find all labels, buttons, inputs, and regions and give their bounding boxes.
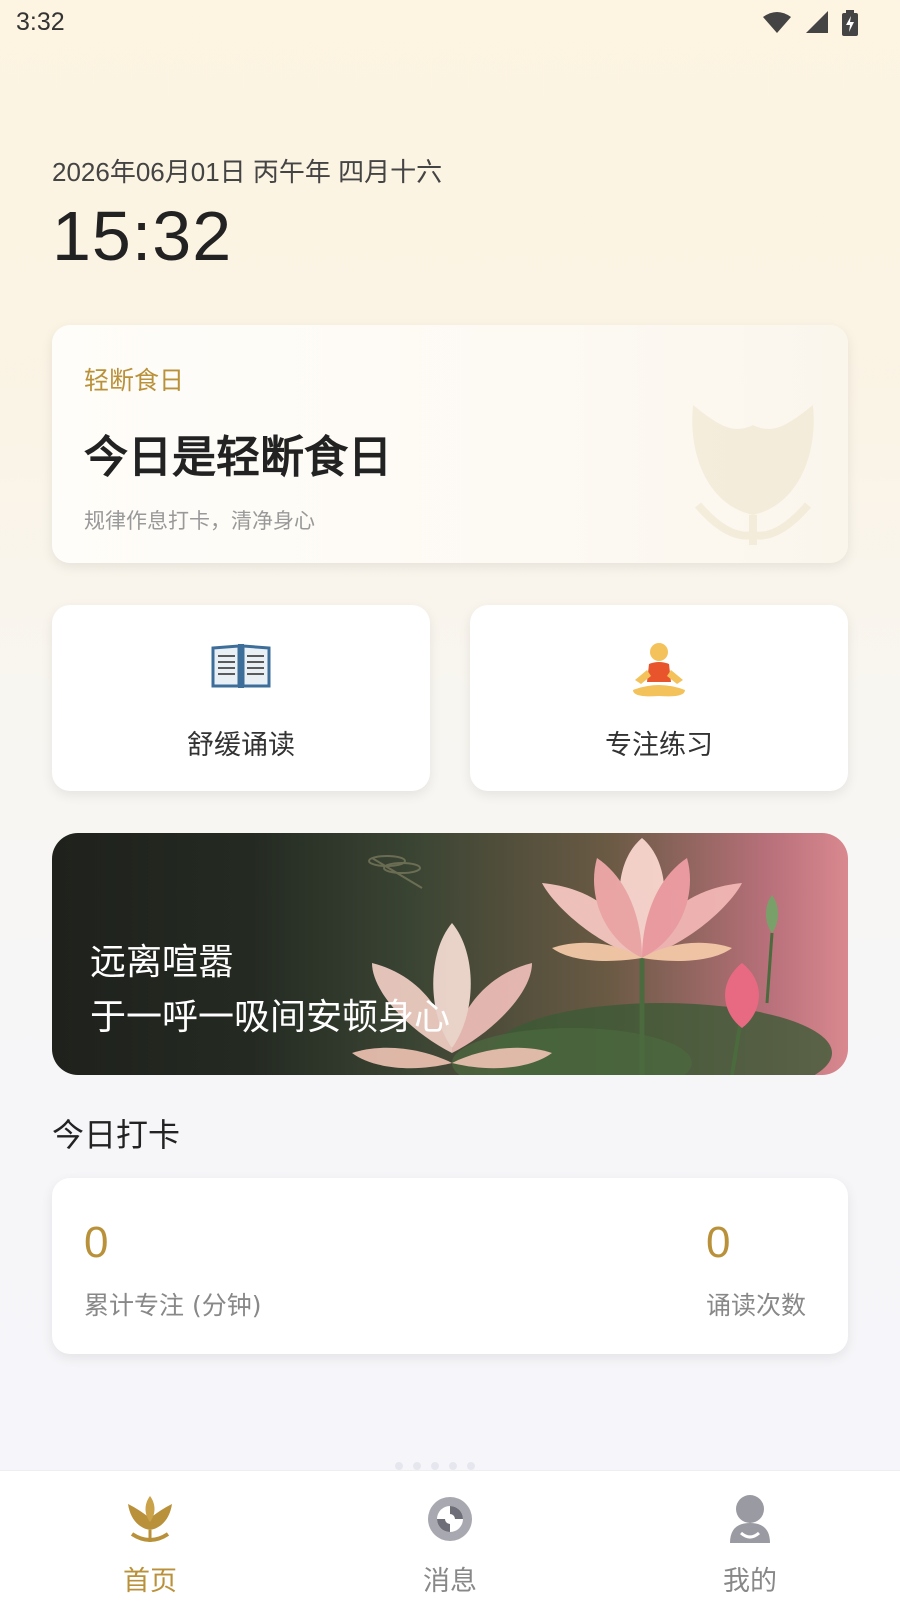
page-dot	[467, 1462, 475, 1470]
nav-messages[interactable]: 消息	[350, 1489, 550, 1598]
fasting-subtitle: 规律作息打卡，清净身心	[84, 509, 315, 533]
reading-count-value: 0	[706, 1218, 731, 1267]
status-bar: 3:32	[0, 0, 900, 50]
focus-practice-label: 专注练习	[605, 730, 713, 761]
fasting-title: 今日是轻断食日	[84, 432, 392, 483]
lotus-icon	[50, 1489, 250, 1549]
focus-practice-button[interactable]: 专注练习	[470, 605, 848, 791]
banner-line-2: 于一呼一吸间安顿身心	[90, 997, 451, 1038]
wifi-icon	[763, 12, 791, 33]
soothing-reading-button[interactable]: 舒缓诵读	[52, 605, 430, 791]
page-dot	[413, 1462, 421, 1470]
reading-count-label: 诵读次数	[706, 1291, 807, 1320]
page-dot	[449, 1462, 457, 1470]
nav-messages-label: 消息	[423, 1566, 477, 1597]
status-time: 3:32	[16, 8, 65, 36]
banner-line-1: 远离喧嚣	[90, 942, 235, 983]
page-indicator	[395, 1462, 475, 1470]
battery-icon	[842, 10, 858, 36]
nav-home-label: 首页	[123, 1566, 177, 1597]
lotus-watermark-icon	[692, 405, 814, 545]
fasting-day-card[interactable]: 轻断食日 今日是轻断食日 规律作息打卡，清净身心	[52, 325, 848, 563]
swirl-icon	[350, 1489, 550, 1549]
page-dot	[431, 1462, 439, 1470]
clock: 15:32	[52, 197, 233, 275]
nav-home[interactable]: 首页	[50, 1489, 250, 1598]
meditation-icon	[470, 640, 848, 706]
focus-minutes-label: 累计专注 (分钟)	[84, 1291, 262, 1320]
lotus-banner[interactable]: 远离喧嚣 于一呼一吸间安顿身心	[52, 833, 848, 1075]
date-line: 2026年06月01日 丙午年 四月十六	[52, 157, 443, 187]
bottom-nav: 首页 消息 我的	[0, 1470, 900, 1601]
profile-icon	[650, 1489, 850, 1549]
soothing-reading-label: 舒缓诵读	[187, 730, 295, 761]
page-dot	[395, 1462, 403, 1470]
cellular-signal-icon	[806, 11, 828, 33]
open-book-icon	[52, 640, 430, 694]
checkin-stats-card: 0 累计专注 (分钟) 0 诵读次数	[52, 1178, 848, 1354]
nav-profile-label: 我的	[723, 1566, 777, 1597]
nav-profile[interactable]: 我的	[650, 1489, 850, 1598]
checkin-section-title: 今日打卡	[52, 1116, 181, 1154]
focus-minutes-value: 0	[84, 1218, 109, 1267]
status-icons	[762, 10, 858, 36]
fasting-tag: 轻断食日	[84, 366, 185, 395]
